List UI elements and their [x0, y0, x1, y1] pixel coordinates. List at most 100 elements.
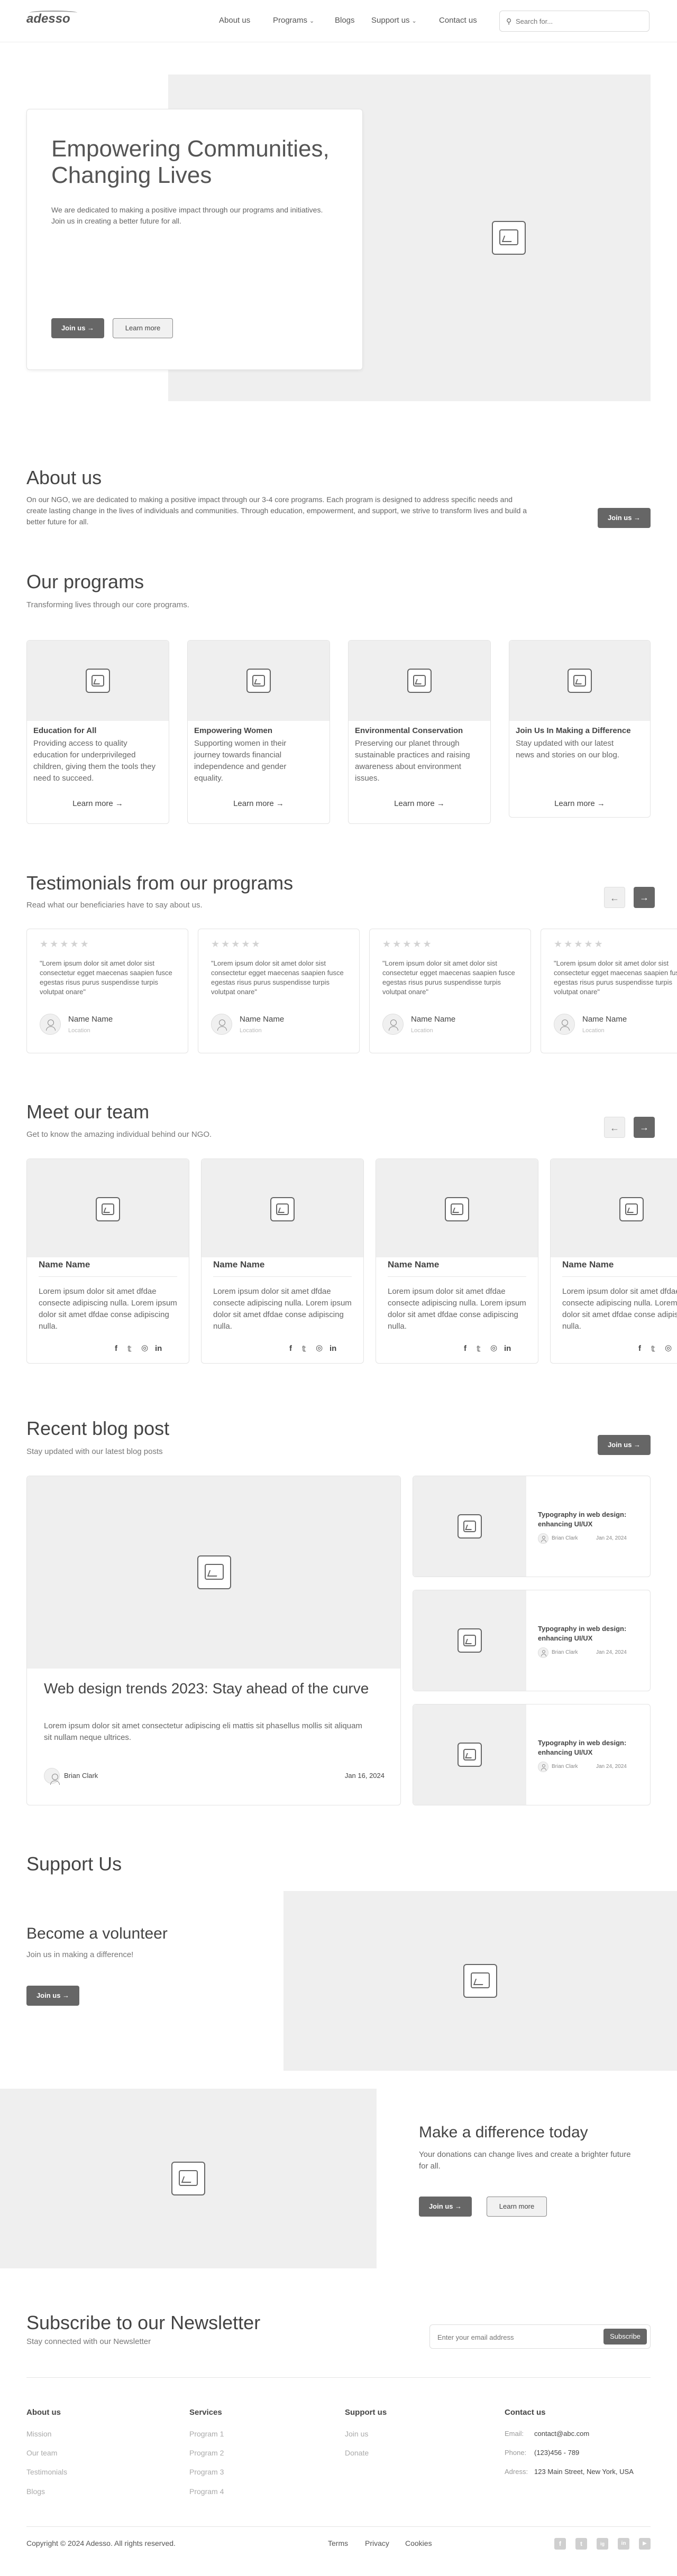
footer-link-team[interactable]: Our team: [26, 2449, 57, 2457]
footer-link-donate[interactable]: Donate: [345, 2449, 369, 2457]
nav-blogs[interactable]: Blogs: [335, 16, 355, 25]
testimonial-quote: "Lorem ipsum dolor sit amet dolor sist c…: [554, 959, 677, 996]
footer-link-program-1[interactable]: Program 1: [189, 2430, 224, 2438]
facebook-icon[interactable]: f: [464, 1344, 466, 1353]
nav-contact[interactable]: Contact us: [439, 16, 477, 25]
linkedin-icon[interactable]: in: [155, 1344, 162, 1353]
linkedin-icon[interactable]: in: [330, 1344, 336, 1353]
testimonial-name: Name Name: [582, 1015, 627, 1024]
footer-link-testimonials[interactable]: Testimonials: [26, 2468, 67, 2476]
subscribe-button[interactable]: Subscribe: [603, 2329, 647, 2345]
hero-join-button[interactable]: Join us →: [51, 318, 104, 338]
program-card[interactable]: Education for All Providing access to qu…: [26, 640, 169, 824]
footer-cookies-link[interactable]: Cookies: [405, 2539, 432, 2547]
blog-post-card[interactable]: Typography in web design: enhancing UI/U…: [413, 1590, 651, 1691]
instagram-icon[interactable]: ◎: [141, 1343, 148, 1352]
image-placeholder-icon: [492, 221, 526, 255]
blog-post-card[interactable]: Typography in web design: enhancing UI/U…: [413, 1476, 651, 1577]
volunteer-title: Become a volunteer: [26, 1925, 168, 1942]
featured-post-image: [27, 1476, 400, 1669]
testimonials-prev-button[interactable]: ←: [604, 887, 625, 908]
featured-post-author: Brian Clark: [64, 1772, 98, 1780]
footer-link-blogs[interactable]: Blogs: [26, 2487, 45, 2496]
image-placeholder-icon: [458, 1514, 482, 1539]
footer-link-program-2[interactable]: Program 2: [189, 2449, 224, 2457]
team-member-name: Name Name: [39, 1259, 90, 1270]
footer-link-join[interactable]: Join us: [345, 2430, 368, 2438]
footer-link-mission[interactable]: Mission: [26, 2430, 51, 2438]
footer-link-program-3[interactable]: Program 3: [189, 2468, 224, 2476]
blog-post-card[interactable]: Typography in web design: enhancing UI/U…: [413, 1704, 651, 1805]
instagram-icon[interactable]: ◎: [490, 1343, 497, 1352]
newsletter-email-input[interactable]: [437, 2332, 591, 2342]
facebook-icon[interactable]: f: [638, 1344, 641, 1353]
program-card[interactable]: Environmental Conservation Preserving ou…: [348, 640, 491, 824]
footer-instagram-icon[interactable]: ig: [597, 2538, 608, 2550]
featured-post-card[interactable]: Web design trends 2023: Stay ahead of th…: [26, 1476, 401, 1805]
volunteer-join-button[interactable]: Join us →: [26, 1986, 79, 2006]
twitter-icon[interactable]: 𝕥: [127, 1344, 132, 1354]
rating-stars: ★★★★★: [382, 939, 433, 949]
about-join-button[interactable]: Join us →: [598, 508, 651, 528]
team-member-bio: Lorem ipsum dolor sit amet dfdae consect…: [388, 1287, 526, 1331]
footer-twitter-icon[interactable]: t: [575, 2538, 587, 2550]
twitter-icon[interactable]: 𝕥: [477, 1344, 481, 1354]
team-member-name: Name Name: [562, 1259, 614, 1270]
program-learn-link[interactable]: Learn more →: [349, 799, 490, 808]
chevron-down-icon: ⌄: [411, 18, 417, 24]
program-learn-link[interactable]: Learn more →: [188, 799, 330, 808]
divider: [388, 1276, 526, 1277]
twitter-icon[interactable]: 𝕥: [302, 1344, 306, 1354]
programs-subtitle: Transforming lives through our core prog…: [26, 600, 189, 609]
facebook-icon[interactable]: f: [289, 1344, 292, 1353]
team-card: Name Name Lorem ipsum dolor sit amet dfd…: [201, 1159, 364, 1364]
program-learn-link[interactable]: Learn more →: [509, 799, 650, 808]
blog-join-button[interactable]: Join us →: [598, 1435, 651, 1455]
instagram-icon[interactable]: ◎: [665, 1343, 672, 1352]
footer-phone-label: Phone:: [505, 2449, 527, 2457]
testimonials-next-button[interactable]: →: [634, 887, 655, 908]
footer-link-program-4[interactable]: Program 4: [189, 2487, 224, 2496]
team-photo: [27, 1159, 189, 1257]
footer-youtube-icon[interactable]: ▶: [639, 2538, 651, 2550]
hero-learn-button[interactable]: Learn more: [113, 318, 173, 338]
search-icon: ⚲: [506, 17, 512, 25]
footer-privacy-link[interactable]: Privacy: [365, 2539, 389, 2547]
team-title: Meet our team: [26, 1101, 150, 1123]
blog-post-title: Typography in web design: enhancing UI/U…: [538, 1511, 627, 1528]
footer-linkedin-icon[interactable]: in: [618, 2538, 629, 2550]
difference-join-button[interactable]: Join us →: [419, 2197, 472, 2217]
site-header: adesso About us Programs ⌄ Blogs Support …: [0, 0, 677, 42]
linkedin-icon[interactable]: in: [504, 1344, 511, 1353]
facebook-icon[interactable]: f: [115, 1344, 117, 1353]
nav-about[interactable]: About us: [219, 16, 250, 25]
avatar: [211, 1014, 232, 1035]
image-placeholder-icon: [246, 669, 271, 693]
hero-card: Empowering Communities, Changing Lives W…: [26, 109, 363, 370]
footer-about-heading: About us: [26, 2408, 61, 2417]
search-input[interactable]: [516, 16, 643, 26]
instagram-icon[interactable]: ◎: [316, 1343, 323, 1352]
avatar: [382, 1014, 404, 1035]
footer-facebook-icon[interactable]: f: [554, 2538, 566, 2550]
nav-support[interactable]: Support us ⌄: [371, 16, 417, 25]
program-learn-link[interactable]: Learn more →: [27, 799, 169, 808]
difference-learn-button[interactable]: Learn more: [487, 2197, 547, 2217]
support-title: Support Us: [26, 1853, 122, 1875]
team-next-button[interactable]: →: [634, 1117, 655, 1138]
nav-programs[interactable]: Programs ⌄: [273, 16, 314, 25]
footer-terms-link[interactable]: Terms: [328, 2539, 348, 2547]
program-card[interactable]: Join Us In Making a Difference Stay upda…: [509, 640, 651, 818]
testimonial-role: Location: [582, 1027, 605, 1034]
team-prev-button[interactable]: ←: [604, 1117, 625, 1138]
program-card[interactable]: Empowering Women Supporting women in the…: [187, 640, 330, 824]
testimonial-role: Location: [240, 1027, 262, 1034]
blog-subtitle: Stay updated with our latest blog posts: [26, 1447, 163, 1456]
footer-email[interactable]: contact@abc.com: [534, 2430, 589, 2438]
twitter-icon[interactable]: 𝕥: [651, 1344, 655, 1354]
donate-image: [0, 2089, 377, 2268]
arrow-left-icon: ←: [610, 893, 619, 903]
testimonial-name: Name Name: [411, 1015, 456, 1024]
footer-phone[interactable]: (123)456 - 789: [534, 2449, 579, 2457]
team-member-bio: Lorem ipsum dolor sit amet dfdae consect…: [562, 1287, 677, 1331]
